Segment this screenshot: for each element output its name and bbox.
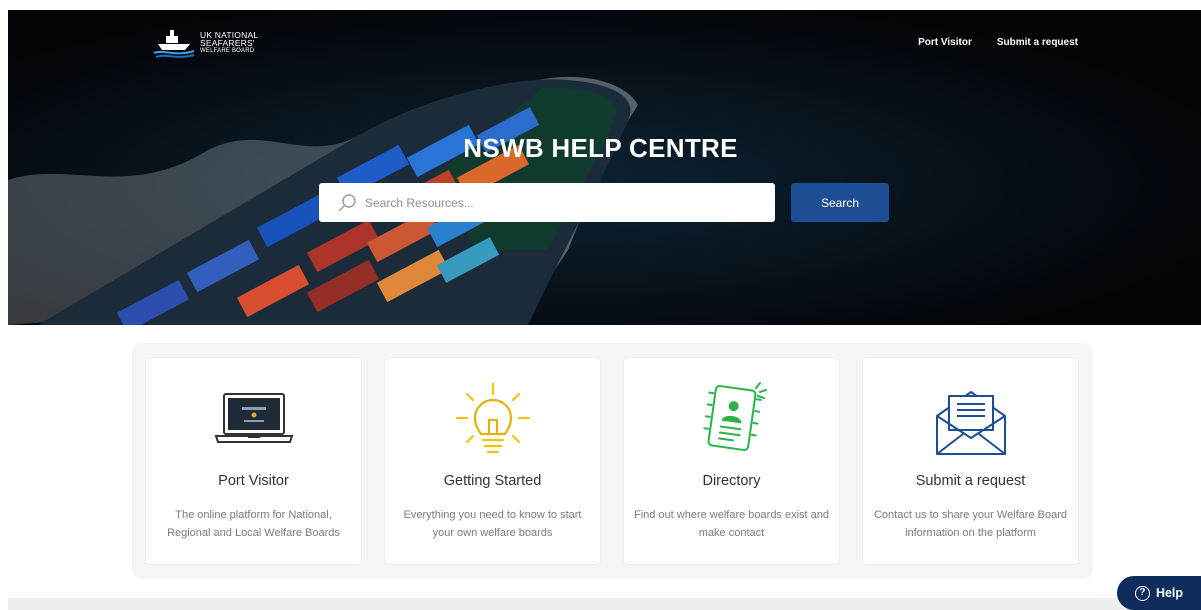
laptop-icon	[214, 393, 293, 443]
nav-port-visitor[interactable]: Port Visitor	[918, 37, 972, 48]
help-label: Help	[1155, 586, 1184, 600]
card-description: Find out where welfare boards exist and …	[633, 509, 830, 539]
envelope-icon	[935, 391, 1006, 455]
nav-submit-request[interactable]: Submit a request	[997, 37, 1078, 48]
card-submit-request[interactable]: Submit a request Contact us to share you…	[863, 358, 1078, 564]
hero-banner: UK NATIONAL SEAFARERS' WELFARE BOARD Por…	[8, 10, 1201, 325]
card-description: Everything you need to know to start you…	[403, 509, 582, 539]
search-icon	[338, 193, 356, 212]
help-widget-button[interactable]: ? Help	[1117, 576, 1201, 610]
card-getting-started[interactable]: Getting Started Everything you need to k…	[385, 358, 600, 564]
card-description: Contact us to share your Welfare Board i…	[873, 509, 1067, 539]
card-directory[interactable]: Directory Find out where welfare boards …	[624, 358, 839, 564]
lightbulb-icon	[455, 382, 530, 454]
search-box[interactable]	[319, 183, 775, 222]
card-title: Port Visitor	[218, 473, 289, 489]
top-nav: Port Visitor Submit a request	[918, 37, 1078, 48]
page-title: NSWB HELP CENTRE	[463, 133, 738, 163]
card-title: Submit a request	[915, 473, 1026, 489]
logo-line-3: WELFARE BOARD	[200, 48, 255, 54]
card-description: The online platform for National, Region…	[167, 509, 340, 539]
site-logo[interactable]: UK NATIONAL SEAFARERS' WELFARE BOARD	[152, 26, 258, 60]
question-icon: ?	[1134, 585, 1150, 601]
search-input[interactable]	[365, 195, 765, 210]
card-port-visitor[interactable]: Port Visitor The online platform for Nat…	[146, 358, 361, 564]
address-book-icon	[702, 382, 767, 451]
logo-line-2: SEAFARERS'	[200, 38, 255, 48]
card-title: Getting Started	[443, 473, 542, 489]
ship-logo-icon	[153, 30, 195, 58]
search-button[interactable]: Search	[791, 183, 889, 222]
card-title: Directory	[702, 473, 761, 489]
footer-strip	[8, 598, 1201, 610]
